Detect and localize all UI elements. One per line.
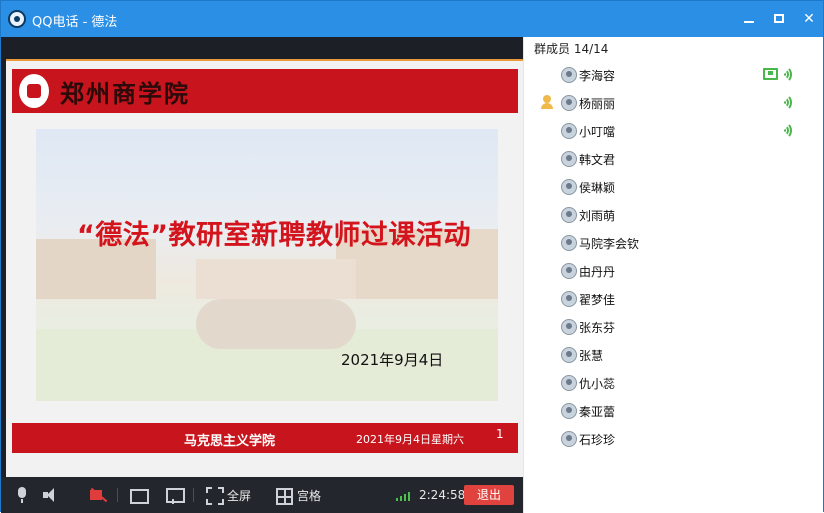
title-bar[interactable]: QQ电话 - 德法 ✕ (1, 1, 823, 37)
avatar (561, 291, 577, 307)
voice-active-icon (781, 66, 793, 83)
member-name: 翟梦佳 (579, 293, 616, 307)
speaker-button[interactable] (41, 485, 59, 505)
member-row[interactable]: 秦亚蕾 (524, 397, 824, 425)
close-icon: ✕ (803, 11, 815, 27)
school-name: 郑州商学院 (60, 79, 190, 108)
member-row[interactable]: 张慧 (524, 341, 824, 369)
close-button[interactable]: ✕ (799, 9, 819, 29)
member-name: 李海容 (579, 69, 616, 83)
slide-title: “德法”教研室新聘教师过课活动 (77, 220, 471, 251)
window-title: QQ电话 - 德法 (32, 15, 118, 30)
call-duration: 2:24:58 (419, 488, 466, 502)
voice-active-icon (781, 122, 793, 139)
member-name: 韩文君 (579, 153, 616, 167)
campus-photo: “德法”教研室新聘教师过课活动 2021年9月4日 (36, 129, 498, 401)
avatar (561, 375, 577, 391)
member-row[interactable]: 马院李会钦 (524, 229, 824, 257)
toolbar-divider (193, 488, 194, 502)
fullscreen-button[interactable]: 全屏 (205, 485, 251, 505)
member-name: 马院李会钦 (579, 237, 640, 251)
avatar (561, 235, 577, 251)
avatar (561, 207, 577, 223)
grid-label: 宫格 (297, 488, 322, 503)
presentation-icon (165, 486, 185, 504)
share-screen-icon (129, 486, 149, 504)
member-row[interactable]: 侯琳颖 (524, 173, 824, 201)
member-name: 小叮噹 (579, 125, 616, 139)
slide-header-banner: 郑州商学院 (12, 69, 518, 113)
screen-sharing-icon (763, 68, 778, 80)
camera-off-button[interactable] (89, 485, 107, 505)
microphone-icon (13, 486, 31, 504)
call-toolbar: 全屏 宫格 2:24:58 退出 (1, 477, 523, 513)
school-seal-logo (16, 71, 52, 111)
avatar (561, 263, 577, 279)
qq-call-window: QQ电话 - 德法 ✕ 郑州商学院 “德法”教研室新聘教师过课活动 2021年9… (0, 0, 824, 513)
footer-page-mark: 1 (496, 427, 504, 441)
speaker-icon (41, 486, 59, 504)
slide-footer-banner: 马克思主义学院 2021年9月4日星期六 1 (12, 421, 518, 453)
maximize-button[interactable] (769, 9, 789, 29)
member-row[interactable]: 石珍珍 (524, 425, 824, 453)
member-name: 侯琳颖 (579, 181, 616, 195)
toolbar-divider (117, 488, 118, 502)
camera-off-icon (89, 486, 107, 504)
member-row[interactable]: 翟梦佳 (524, 285, 824, 313)
member-row[interactable]: 由丹丹 (524, 257, 824, 285)
campus-stone (196, 299, 356, 349)
members-panel: 群成员 14/14 李海容杨丽丽小叮噹韩文君侯琳颖刘雨萌马院李会钦由丹丹翟梦佳张… (523, 37, 823, 513)
member-row[interactable]: 小叮噹 (524, 117, 824, 145)
avatar (561, 123, 577, 139)
avatar (561, 347, 577, 363)
member-row[interactable]: 韩文君 (524, 145, 824, 173)
network-signal-icon (396, 491, 414, 501)
campus-building (196, 259, 356, 299)
grid-icon (275, 486, 293, 505)
maximize-icon (774, 14, 784, 23)
fullscreen-label: 全屏 (227, 488, 252, 503)
shared-screen-view[interactable]: 郑州商学院 “德法”教研室新聘教师过课活动 2021年9月4日 马克思主义学院 … (1, 37, 524, 489)
member-name: 张慧 (579, 349, 604, 363)
avatar (561, 95, 577, 111)
avatar (561, 151, 577, 167)
member-name: 秦亚蕾 (579, 405, 616, 419)
avatar (561, 179, 577, 195)
footer-department: 马克思主义学院 (184, 434, 276, 449)
grid-view-button[interactable]: 宫格 (275, 485, 321, 505)
presentation-slide: 郑州商学院 “德法”教研室新聘教师过课活动 2021年9月4日 马克思主义学院 … (6, 59, 524, 489)
member-name: 仇小蕊 (579, 377, 616, 391)
presentation-button[interactable] (165, 485, 185, 505)
avatar (561, 67, 577, 83)
member-row[interactable]: 仇小蕊 (524, 369, 824, 397)
fullscreen-icon (205, 486, 224, 505)
avatar (561, 403, 577, 419)
minimize-icon (744, 21, 754, 23)
member-name: 杨丽丽 (579, 97, 616, 111)
member-row[interactable]: 李海容 (524, 61, 824, 89)
footer-date: 2021年9月4日星期六 (356, 433, 464, 446)
share-screen-button[interactable] (129, 485, 149, 505)
voice-active-icon (781, 94, 793, 111)
members-count: 群成员 14/14 (534, 42, 609, 56)
microphone-button[interactable] (13, 485, 31, 505)
member-name: 刘雨萌 (579, 209, 616, 223)
member-name: 由丹丹 (579, 265, 616, 279)
member-row[interactable]: 刘雨萌 (524, 201, 824, 229)
qq-call-icon (8, 10, 26, 28)
minimize-button[interactable] (739, 9, 759, 29)
member-name: 张东芬 (579, 321, 616, 335)
member-row[interactable]: 张东芬 (524, 313, 824, 341)
member-name: 石珍珍 (579, 433, 616, 447)
member-row[interactable]: 杨丽丽 (524, 89, 824, 117)
exit-call-button[interactable]: 退出 (464, 485, 514, 505)
host-icon (540, 95, 554, 109)
avatar (561, 319, 577, 335)
slide-date: 2021年9月4日 (341, 351, 444, 369)
avatar (561, 431, 577, 447)
